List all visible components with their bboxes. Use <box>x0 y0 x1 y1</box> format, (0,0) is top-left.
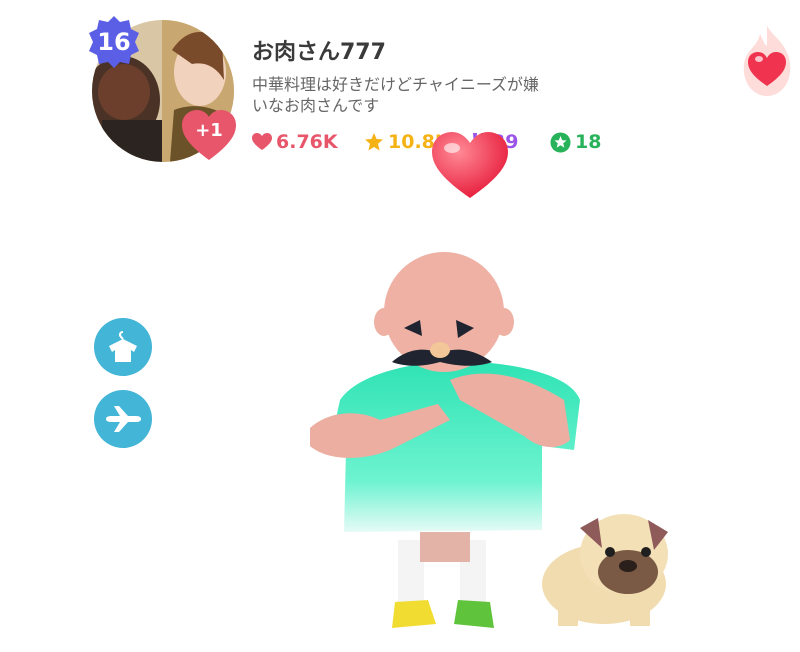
stat-badges[interactable]: 18 <box>550 128 601 156</box>
outfit-button[interactable] <box>94 318 152 376</box>
floating-heart-icon <box>430 130 510 202</box>
level-number: 16 <box>97 28 131 56</box>
travel-button[interactable] <box>94 390 152 448</box>
hanger-shirt-icon <box>109 331 137 362</box>
bio-line-2: いなお肉さんです <box>252 96 380 115</box>
likes-count: 6.76K <box>276 131 338 153</box>
profile-avatar-group[interactable]: 16 +1 <box>89 16 236 162</box>
gain-count: +1 <box>195 120 223 141</box>
badges-count: 18 <box>575 131 602 153</box>
bio: 中華料理は好きだけどチャイニーズが嫌 いなお肉さんです <box>252 74 582 116</box>
username: お肉さん777 <box>252 40 386 65</box>
heart-icon <box>252 133 272 150</box>
pug-pet[interactable] <box>542 514 668 626</box>
flame-heart-icon[interactable] <box>738 24 796 100</box>
level-badge: 16 <box>86 14 142 70</box>
bio-line-1: 中華料理は好きだけどチャイニーズが嫌 <box>252 75 540 94</box>
game-scene <box>280 250 700 648</box>
stat-likes[interactable]: 6.76K <box>252 128 338 156</box>
star-circle-icon <box>550 132 571 152</box>
airplane-icon <box>106 406 141 432</box>
star-icon <box>365 133 383 151</box>
gain-heart-badge: +1 <box>180 108 238 166</box>
player-character[interactable] <box>310 252 580 628</box>
